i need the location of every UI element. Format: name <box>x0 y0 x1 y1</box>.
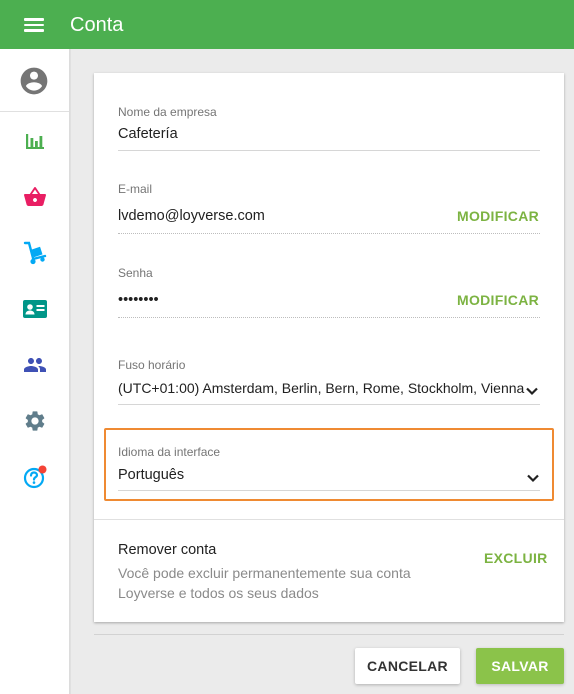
bar-chart-icon <box>25 134 44 149</box>
sidebar-item-sales[interactable] <box>0 177 69 217</box>
account-circle-icon <box>20 67 48 95</box>
remove-account-title: Remover conta <box>118 542 217 558</box>
remove-account-description: Você pode excluir permanentemente sua co… <box>118 565 411 601</box>
email-value: lvdemo@loyverse.com <box>118 208 265 224</box>
chevron-down-icon[interactable] <box>525 386 539 396</box>
timezone-label: Fuso horário <box>118 358 186 372</box>
language-select[interactable]: Português <box>118 466 184 484</box>
hand-truck-icon <box>23 241 46 265</box>
language-underline <box>118 490 540 491</box>
company-name-label: Nome da empresa <box>118 105 217 119</box>
delete-account-button[interactable]: EXCLUIR <box>484 550 548 566</box>
section-divider <box>94 519 564 520</box>
gear-icon <box>25 411 44 431</box>
chevron-down-icon[interactable] <box>526 473 540 483</box>
language-label: Idioma da interface <box>118 445 221 459</box>
footer-divider <box>94 634 564 635</box>
email-label: E-mail <box>118 182 153 196</box>
sidebar-item-customers[interactable] <box>0 289 69 329</box>
timezone-select[interactable]: (UTC+01:00) Amsterdam, Berlin, Bern, Rom… <box>118 379 524 397</box>
language-field-highlight: Idioma da interface Português <box>104 428 554 501</box>
sidebar-item-inventory[interactable] <box>0 233 69 273</box>
help-icon <box>23 465 46 489</box>
company-name-input[interactable]: Cafetería <box>118 125 178 143</box>
company-name-underline <box>118 150 540 151</box>
save-button[interactable]: SALVAR <box>476 648 564 684</box>
sidebar-item-employees[interactable] <box>0 345 69 385</box>
password-value: •••••••• <box>118 292 159 308</box>
contact-card-icon <box>22 300 47 318</box>
account-settings-card: Nome da empresa Cafetería E-mail lvdemo@… <box>94 73 564 622</box>
timezone-underline <box>118 404 540 405</box>
modify-password-button[interactable]: MODIFICAR <box>457 292 539 308</box>
password-label: Senha <box>118 266 153 280</box>
menu-icon[interactable] <box>14 13 54 37</box>
notification-badge <box>38 465 46 474</box>
password-underline <box>118 317 540 318</box>
email-underline <box>118 233 540 234</box>
sidebar <box>0 49 70 694</box>
people-icon <box>23 358 46 372</box>
sidebar-item-reports[interactable] <box>0 121 69 161</box>
page-title: Conta <box>70 14 124 36</box>
modify-email-button[interactable]: MODIFICAR <box>457 208 539 224</box>
sidebar-item-help[interactable] <box>0 457 69 497</box>
cancel-button[interactable]: CANCELAR <box>355 648 460 684</box>
basket-icon <box>23 187 46 206</box>
app-bar: Conta <box>0 0 574 49</box>
sidebar-item-settings[interactable] <box>0 401 69 441</box>
sidebar-item-account[interactable] <box>0 49 69 112</box>
